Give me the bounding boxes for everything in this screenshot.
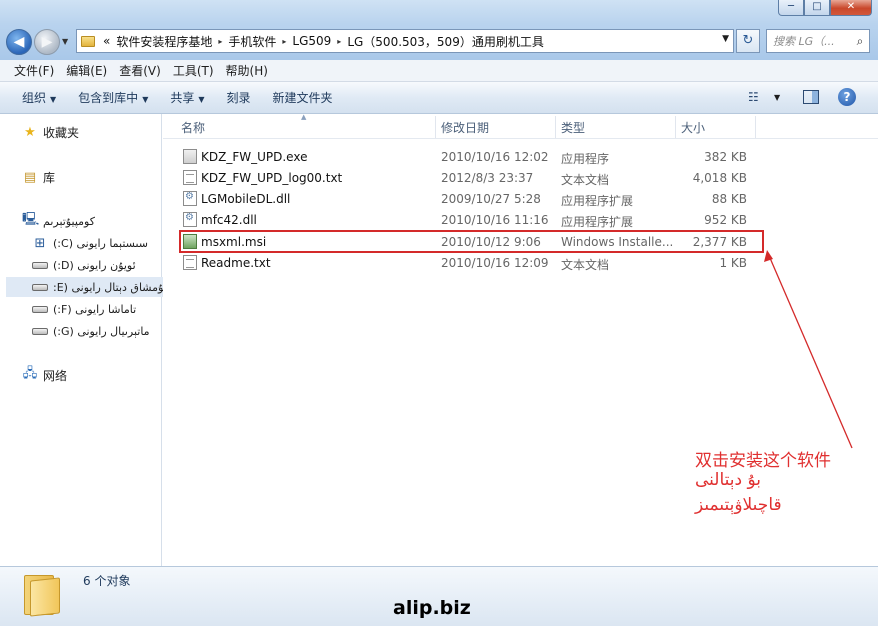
details-pane: 6 个对象 alip.biz <box>0 566 878 626</box>
folder-icon <box>24 575 62 617</box>
annotation-text-chinese: 双击安装这个软件 <box>695 451 831 471</box>
annotation-arrow <box>764 250 853 449</box>
annotation-text-uyghur-line2: قاچىلاۋېتىمىز <box>695 495 782 515</box>
item-count: 6 个对象 <box>83 574 131 588</box>
annotation-text-uyghur-line1: بۇ دېتالنى <box>695 470 762 490</box>
watermark: alip.biz <box>393 597 471 619</box>
